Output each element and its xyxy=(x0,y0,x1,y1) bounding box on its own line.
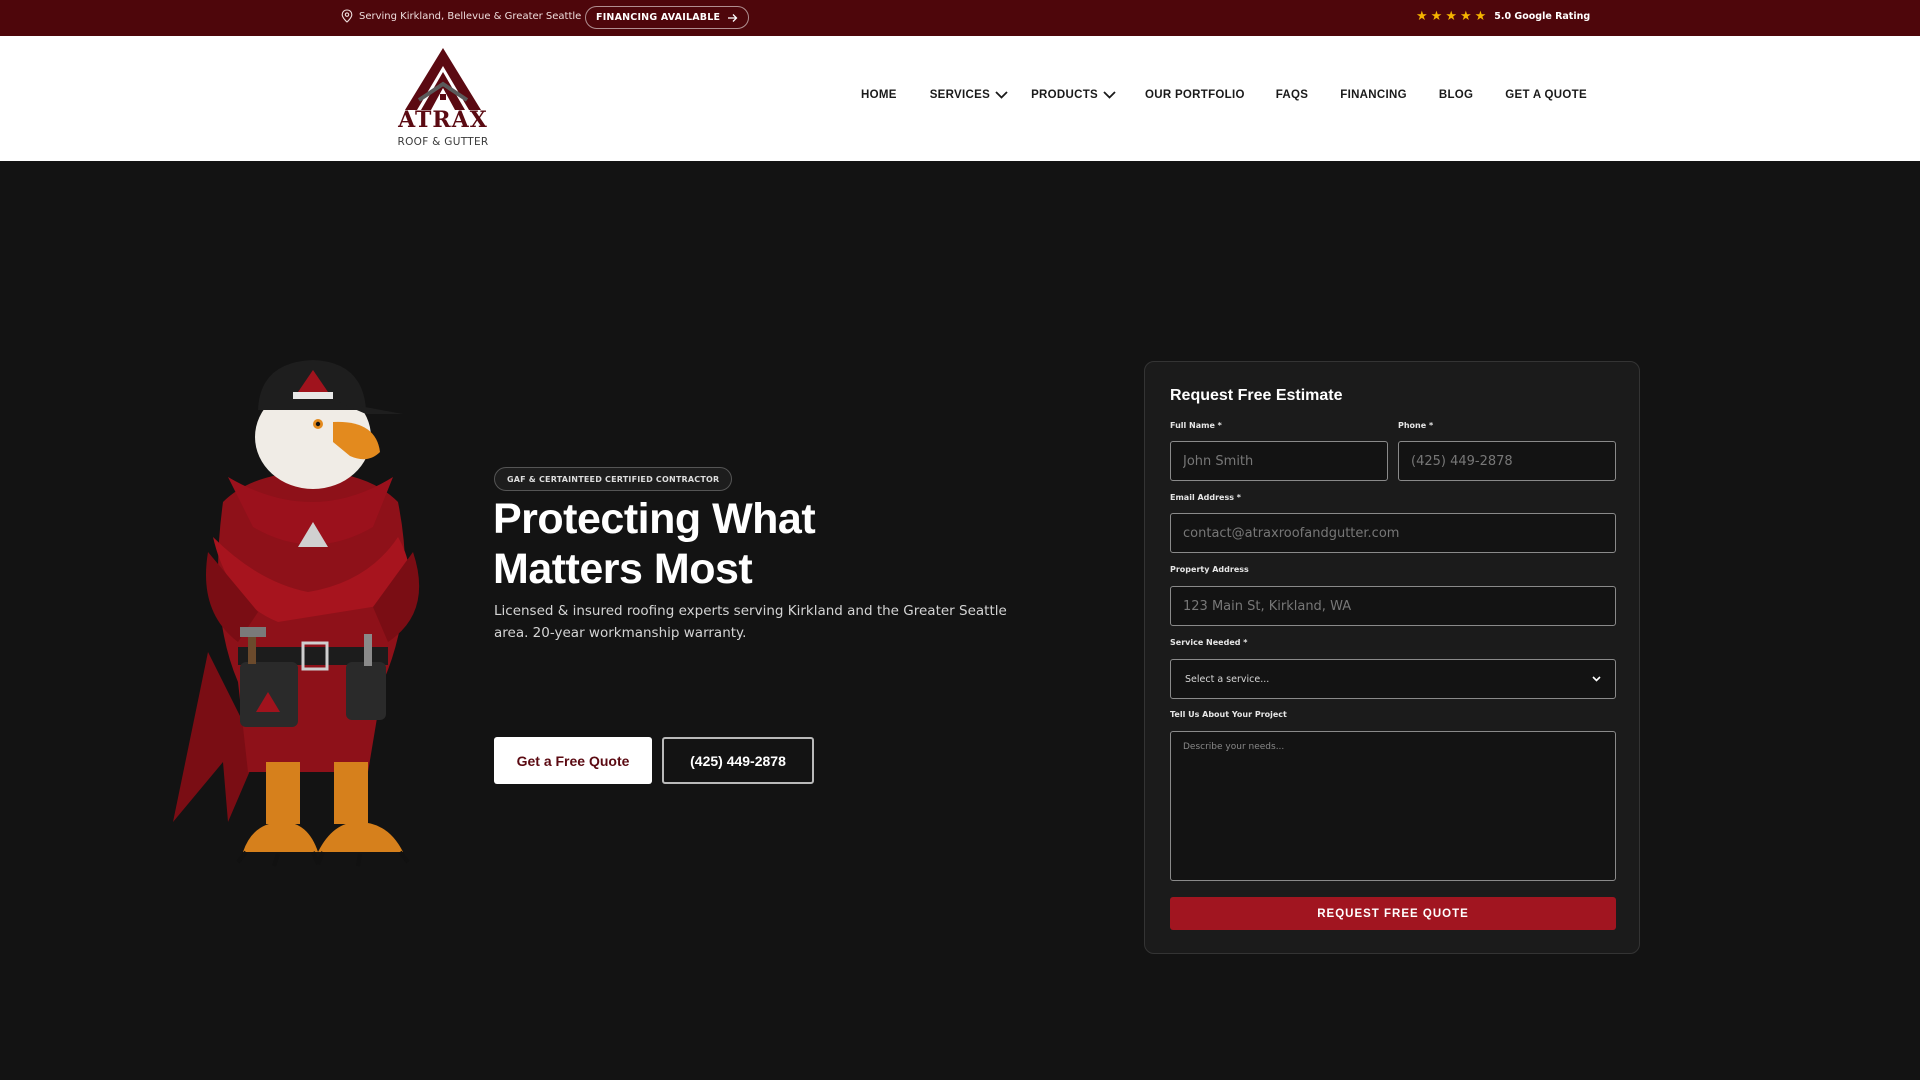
hero-headline: Protecting What Matters Most xyxy=(493,494,893,594)
nav-portfolio-label: OUR PORTFOLIO xyxy=(1145,89,1245,101)
eagle-mascot-illustration xyxy=(173,360,420,867)
nav-get-a-quote-label: GET A QUOTE xyxy=(1505,89,1587,101)
email-input[interactable] xyxy=(1170,513,1616,553)
full-name-label: Full Name * xyxy=(1170,421,1222,430)
full-name-input[interactable] xyxy=(1170,441,1388,481)
logo-wordmark: ATRAX xyxy=(398,107,488,133)
nav-services[interactable]: SERVICES xyxy=(930,89,1008,101)
nav-our-portfolio[interactable]: OUR PORTFOLIO xyxy=(1145,89,1245,101)
certification-badge: GAF & CERTAINTEED CERTIFIED CONTRACTOR xyxy=(494,467,733,491)
project-description-label: Tell Us About Your Project xyxy=(1170,710,1287,719)
financing-label: FINANCING AVAILABLE xyxy=(596,12,721,23)
star-icon: ★ xyxy=(1416,9,1428,24)
rating-stars: ★ ★ ★ ★ ★ xyxy=(1416,10,1486,23)
star-icon: ★ xyxy=(1430,9,1443,24)
nav-faqs[interactable]: FAQS xyxy=(1276,89,1309,101)
hero-subtext: Licensed & insured roofing experts servi… xyxy=(494,603,1007,641)
nav-products[interactable]: PRODUCTS xyxy=(1031,89,1116,101)
nav-services-label: SERVICES xyxy=(929,89,991,101)
roof-logo-icon xyxy=(405,48,481,110)
service-needed-label: Service Needed * xyxy=(1170,638,1248,647)
nav-home[interactable]: HOME xyxy=(861,89,897,101)
main-nav: HOME SERVICES PRODUCTS OUR PORTFOLIO FAQ… xyxy=(861,89,1587,101)
email-label: Email Address * xyxy=(1170,493,1241,502)
request-free-quote-button[interactable]: REQUEST FREE QUOTE xyxy=(1170,897,1616,930)
service-selected-value: Select a service... xyxy=(1185,673,1270,685)
phone-label: Phone * xyxy=(1398,421,1434,430)
property-address-label: Property Address xyxy=(1170,565,1249,574)
nav-get-a-quote[interactable]: GET A QUOTE xyxy=(1505,89,1587,101)
chevron-down-icon xyxy=(1103,91,1116,99)
phone-input[interactable] xyxy=(1398,441,1616,481)
phone-call-button[interactable]: (425) 449-2878 xyxy=(662,737,814,784)
top-bar: Serving Kirkland, Bellevue & Greater Sea… xyxy=(0,0,1920,36)
star-icon: ★ xyxy=(1445,9,1457,24)
nav-financing-label: FINANCING xyxy=(1340,89,1407,101)
star-icon: ★ xyxy=(1459,9,1472,24)
location-text: Serving Kirkland, Bellevue & Greater Sea… xyxy=(359,10,582,22)
nav-blog[interactable]: BLOG xyxy=(1439,89,1473,101)
nav-blog-label: BLOG xyxy=(1438,89,1474,101)
site-header: ATRAX ROOF & GUTTER HOME SERVICES PRODUC… xyxy=(0,36,1920,161)
project-description-textarea[interactable] xyxy=(1170,731,1616,881)
logo-tagline: ROOF & GUTTER xyxy=(397,136,489,148)
headline-line-2: Matters Most xyxy=(493,545,753,593)
chevron-down-icon xyxy=(995,91,1008,99)
google-rating: ★ ★ ★ ★ ★ 5.0 Google Rating xyxy=(1416,10,1590,23)
get-free-quote-button[interactable]: Get a Free Quote xyxy=(494,737,652,784)
nav-home-label: HOME xyxy=(861,89,897,101)
headline-line-1: Protecting What xyxy=(493,495,816,543)
financing-available-link[interactable]: FINANCING AVAILABLE xyxy=(585,6,750,29)
rating-text: 5.0 Google Rating xyxy=(1494,11,1591,22)
nav-products-label: PRODUCTS xyxy=(1031,89,1098,101)
nav-financing[interactable]: FINANCING xyxy=(1340,89,1407,101)
location-info: Serving Kirkland, Bellevue & Greater Sea… xyxy=(341,9,581,23)
star-icon: ★ xyxy=(1474,9,1487,24)
arrow-right-icon xyxy=(728,13,738,22)
map-pin-icon xyxy=(341,9,353,23)
site-logo[interactable]: ATRAX ROOF & GUTTER xyxy=(393,48,493,152)
property-address-input[interactable] xyxy=(1170,586,1616,626)
service-select[interactable]: Select a service... xyxy=(1170,659,1616,699)
nav-faqs-label: FAQS xyxy=(1275,89,1309,101)
estimate-form-card: Request Free Estimate Full Name * Phone … xyxy=(1144,361,1640,954)
chevron-down-icon xyxy=(1592,676,1601,682)
form-title: Request Free Estimate xyxy=(1170,387,1343,404)
